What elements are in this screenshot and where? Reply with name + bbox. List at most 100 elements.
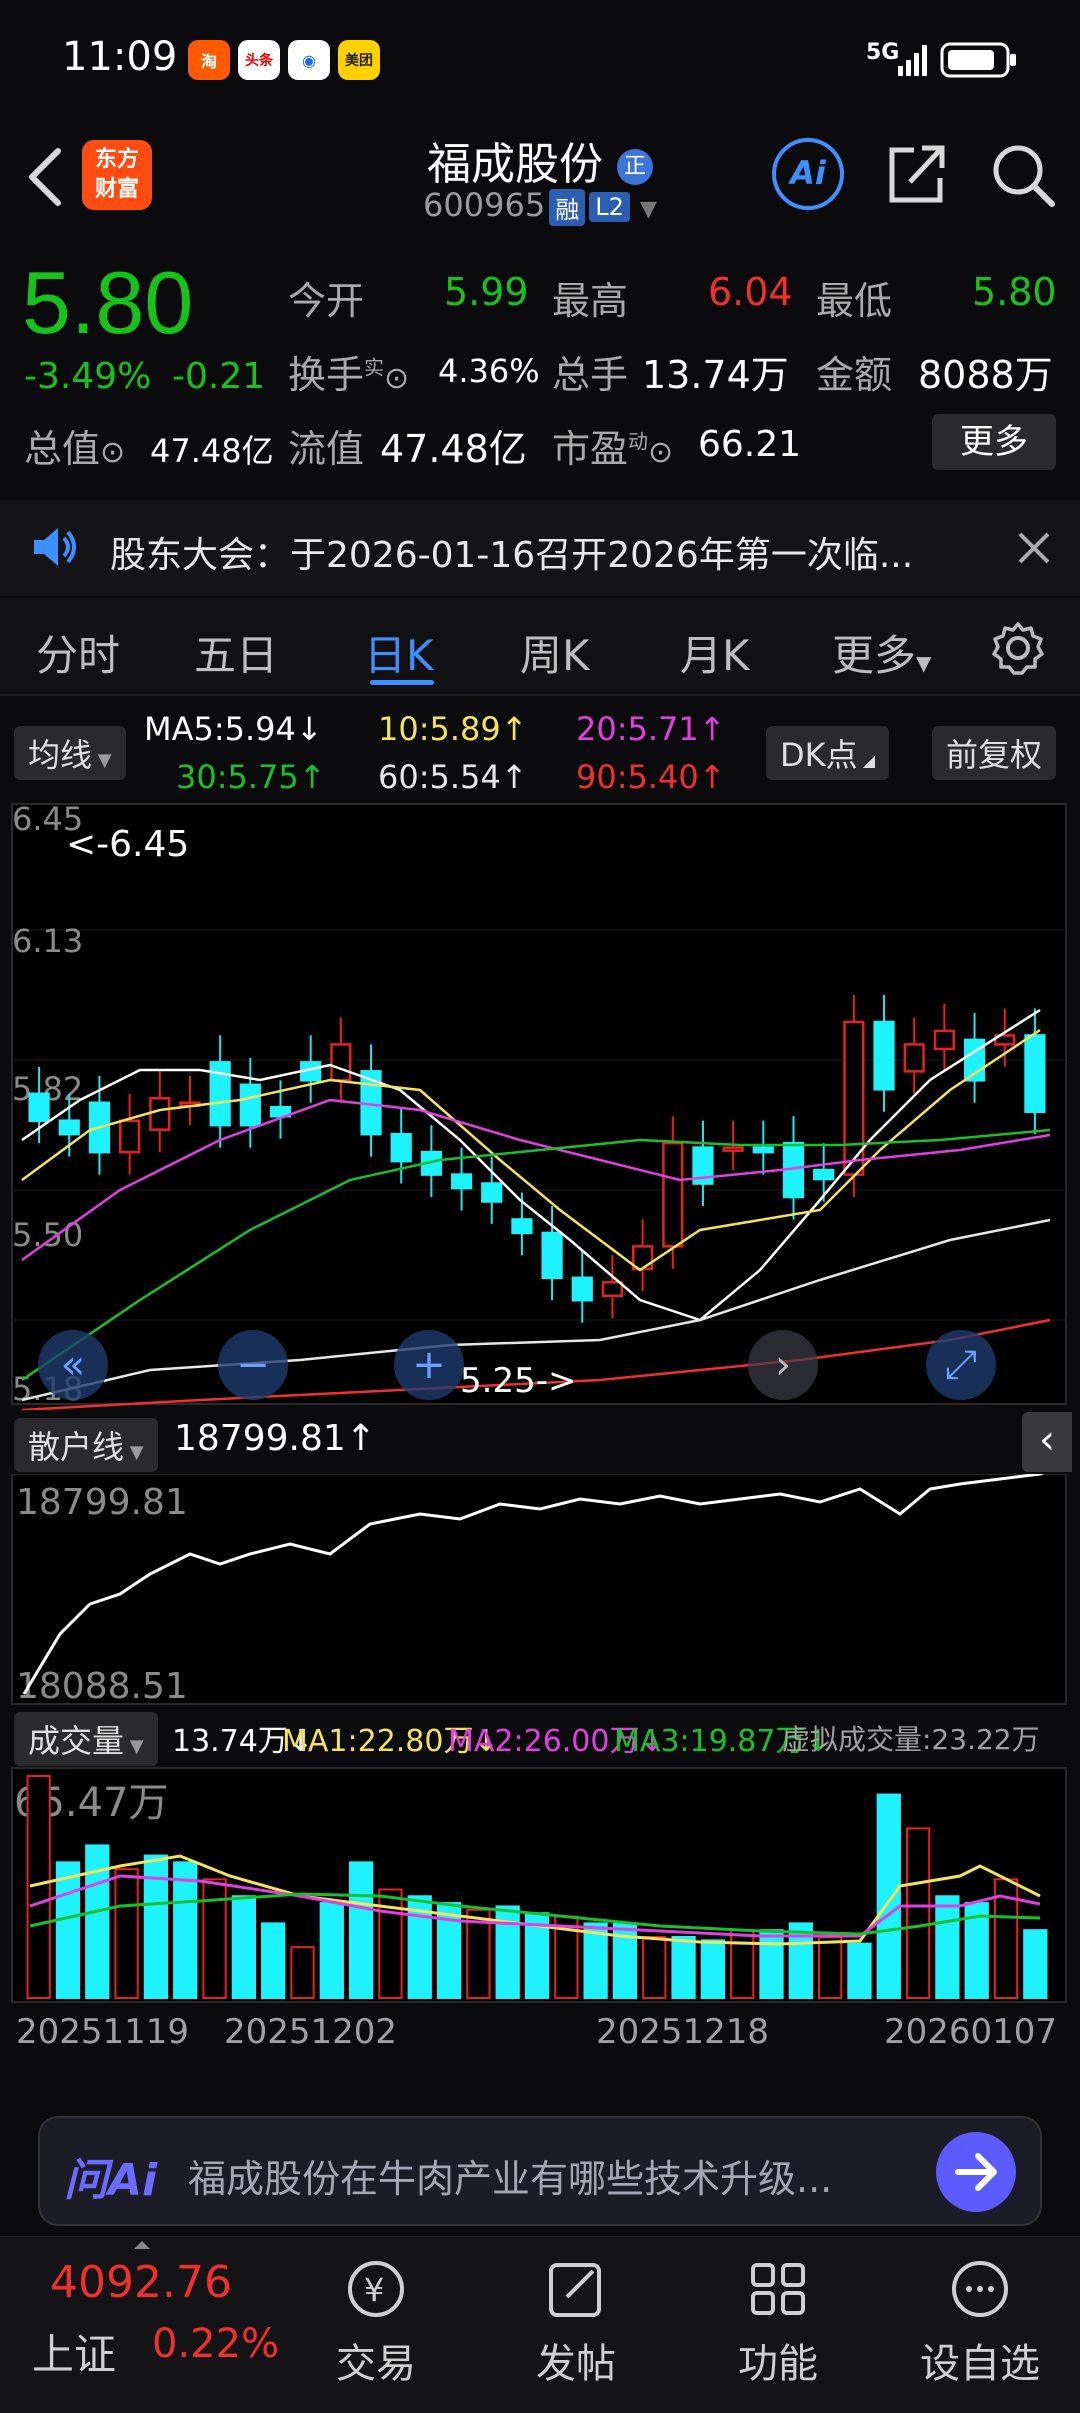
date-label: 20251202 — [224, 2012, 398, 2052]
volume-bar — [1023, 1929, 1048, 1999]
high-marker: <-6.45 — [66, 824, 189, 865]
virtual-volume: 虚拟成交量:23.22万 — [782, 1723, 1040, 1756]
volume-bar — [261, 1922, 286, 1999]
period-tabs: 分时 五日 日K 周K 月K 更多▼ — [0, 598, 1080, 696]
info-icon: ⊙ — [100, 435, 126, 470]
volume-bar — [876, 1793, 901, 2000]
candle — [873, 1020, 895, 1091]
tab-intraday[interactable]: 分时 — [36, 622, 120, 683]
expand-icon[interactable] — [134, 2241, 150, 2249]
volume-value: 13.74万 — [642, 353, 789, 397]
nav-trade[interactable]: ¥ 交易 — [306, 2257, 446, 2389]
taobao-icon: 淘 — [188, 40, 230, 80]
indicator-chart[interactable]: 18799.81 18088.51 — [0, 1474, 1080, 1706]
volume-bar — [290, 1946, 315, 1999]
open-value: 5.99 — [444, 270, 529, 314]
last-price: 5.80 — [22, 253, 194, 352]
index-change[interactable]: 0.22% — [152, 2321, 279, 2367]
collapse-panel-icon[interactable]: ‹ — [1022, 1412, 1072, 1472]
arrow-right-icon — [955, 2153, 997, 2191]
candle — [632, 1245, 654, 1271]
tab-more[interactable]: 更多▼ — [832, 622, 931, 683]
candle — [330, 1043, 352, 1082]
stock-name: 福成股份 — [427, 139, 603, 190]
scroll-left-fast-icon[interactable]: « — [38, 1330, 108, 1400]
search-icon[interactable] — [988, 140, 1058, 210]
high-value: 6.04 — [708, 270, 793, 314]
volume-bar — [348, 1861, 374, 1999]
tab-indicator — [370, 680, 434, 685]
network-label: 5G — [866, 40, 900, 65]
nav-add-watchlist[interactable]: 设自选 — [910, 2257, 1050, 2389]
volume-bar — [671, 1935, 696, 2000]
volume-bar — [173, 1861, 198, 1999]
status-bar: 11:09 淘 头条 ◉ 美团 5G — [0, 0, 1080, 120]
bottom-nav: 4092.76 上证 0.22% ¥ 交易 发帖 功能 设自选 — [0, 2236, 1080, 2413]
volume-bar — [730, 1929, 755, 1999]
mktcap-value: 47.48亿 — [150, 432, 274, 470]
tab-weekly-k[interactable]: 周K — [520, 622, 590, 683]
tab-five-day[interactable]: 五日 — [194, 622, 278, 683]
grid-icon — [751, 2263, 805, 2315]
tab-monthly-k[interactable]: 月K — [680, 622, 750, 683]
candle — [450, 1173, 473, 1190]
candle — [571, 1276, 593, 1302]
ma5-value: MA5:5.94↓ — [144, 710, 323, 748]
settings-gear-icon[interactable] — [990, 620, 1046, 676]
ai-question-bar[interactable]: 问Ai 福成股份在牛肉产业有哪些技术升级... — [38, 2116, 1042, 2226]
browser-icon: ◉ — [288, 40, 330, 80]
volume-selector[interactable]: 成交量 ▼ — [14, 1712, 158, 1766]
announcement-bar[interactable]: 股东大会：于2026-01-16召开2026年第一次临... — [0, 500, 1080, 596]
candle — [933, 1029, 955, 1051]
close-icon[interactable] — [1016, 530, 1052, 566]
ai-send-button[interactable] — [936, 2132, 1016, 2212]
index-name[interactable]: 上证 — [32, 2321, 116, 2382]
dropdown-icon[interactable]: ▼ — [640, 197, 657, 222]
turnover-value: 4.36% — [438, 352, 540, 390]
scroll-right-icon[interactable]: › — [748, 1330, 818, 1400]
candle — [903, 1043, 925, 1073]
pe-value: 66.21 — [698, 424, 802, 465]
candle — [722, 1146, 744, 1152]
volume-bar — [114, 1868, 139, 1999]
share-icon[interactable] — [884, 140, 948, 208]
date-label: 20251218 — [596, 2012, 770, 2052]
ai-label: 问Ai — [64, 2155, 158, 2206]
low-value: 5.80 — [972, 270, 1057, 314]
volume-bar — [55, 1861, 81, 1999]
index-value[interactable]: 4092.76 — [50, 2257, 232, 2308]
date-label: 20260107 — [884, 2012, 1058, 2052]
zoom-out-icon[interactable]: − — [218, 1330, 288, 1400]
candle — [149, 1097, 171, 1131]
volume-bar — [847, 1942, 872, 1999]
tab-daily-k[interactable]: 日K — [364, 622, 434, 683]
change-pct: -3.49% — [24, 356, 152, 397]
ai-prompt-text: 福成股份在牛肉产业有哪些技术升级... — [188, 2157, 833, 2201]
ai-button[interactable]: Ai — [772, 138, 844, 210]
indicator-bottom-label: 18088.51 — [16, 1666, 188, 1706]
nav-post[interactable]: 发帖 — [506, 2257, 646, 2389]
indicator-selector[interactable]: 散户线 ▼ — [14, 1418, 158, 1472]
adjust-selector[interactable]: 前复权 — [932, 726, 1057, 780]
ma20-value: 20:5.71↑ — [576, 710, 726, 748]
volume-chart[interactable]: 65.47万 — [0, 1766, 1080, 2006]
ma-selector[interactable]: 均线 ▼ — [14, 726, 126, 780]
volume-label: 总手 — [552, 353, 629, 397]
volume-bar — [935, 1895, 960, 1999]
verified-badge: 正 — [617, 149, 653, 185]
candle — [28, 1092, 50, 1122]
dk-point-toggle[interactable]: DK点 ◢ — [766, 726, 890, 780]
trade-icon: ¥ — [348, 2261, 404, 2317]
kline-chart[interactable]: 6.45 6.13 5.82 5.50 5.18 <-6.45 5.25-> — [0, 800, 1080, 1410]
candle — [481, 1182, 503, 1203]
zoom-in-icon[interactable]: + — [394, 1330, 464, 1400]
info-icon: ⊙ — [384, 361, 410, 396]
date-label: 20251119 — [16, 2012, 190, 2052]
nav-functions[interactable]: 功能 — [708, 2257, 848, 2389]
amount-label: 金额 — [816, 353, 893, 397]
candle — [752, 1146, 774, 1154]
y-tick-label: 5.50 — [12, 1216, 83, 1254]
volume-bar — [231, 1895, 256, 1999]
fullscreen-icon[interactable]: ⤢ — [926, 1330, 996, 1400]
more-button[interactable]: 更多 — [932, 414, 1056, 470]
